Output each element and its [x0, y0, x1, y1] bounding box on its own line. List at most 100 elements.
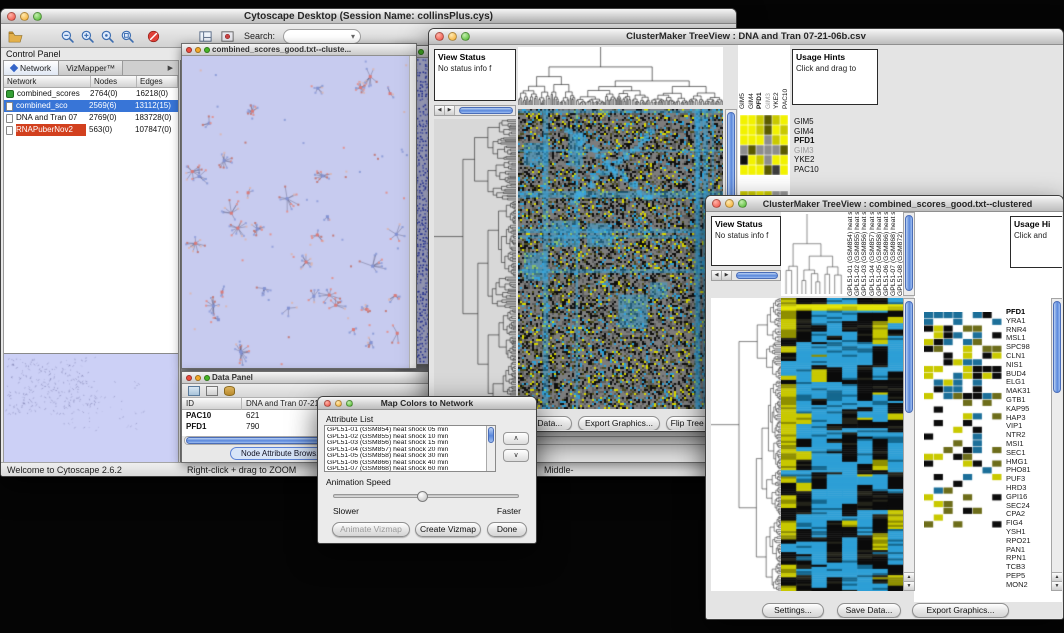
tab-network[interactable]: Network — [4, 61, 59, 75]
row-label[interactable]: PFD1 — [794, 136, 838, 146]
column-dendrogram[interactable] — [783, 214, 845, 294]
column-id[interactable]: ID — [182, 398, 242, 410]
network-list-row[interactable]: RNAPuberNov2 563(0) 107847(0) — [4, 124, 178, 136]
tab-overflow-arrow-icon[interactable]: ▶ — [163, 61, 178, 75]
scrollbar-thumb[interactable] — [905, 215, 913, 291]
row-label[interactable]: PAC10 — [794, 165, 838, 175]
zoom-in-icon[interactable] — [79, 28, 96, 45]
row-label[interactable]: GIM5 — [794, 117, 838, 127]
ban-icon[interactable] — [145, 28, 162, 45]
network-list-row[interactable]: combined_sco 2569(6) 13112(15) — [4, 100, 178, 112]
network-list-row[interactable]: DNA and Tran 07 2769(0) 183728(0) — [4, 112, 178, 124]
done-button[interactable]: Done — [487, 522, 527, 537]
minimize-button[interactable] — [20, 12, 29, 21]
search-combobox[interactable]: ▾ — [283, 29, 361, 44]
network-list-row[interactable]: combined_scores 2764(0) 16218(0) — [4, 88, 178, 100]
animate-vizmap-button[interactable]: Animate Vizmap — [332, 522, 410, 537]
list-vscrollbar[interactable] — [486, 426, 495, 471]
scroll-left-icon[interactable]: ◀ — [435, 106, 445, 115]
scrollbar-thumb[interactable] — [905, 301, 913, 413]
column-label[interactable]: GPL51-03 (GSM856) heat shock 15 min — [861, 212, 868, 296]
row-dendrogram[interactable] — [434, 119, 516, 409]
treeview1-titlebar[interactable]: ClusterMaker TreeView : DNA and Tran 07-… — [429, 29, 1063, 45]
row-dendrogram[interactable] — [711, 298, 781, 591]
close-button[interactable] — [186, 375, 192, 381]
zoom-actual-icon[interactable] — [99, 28, 116, 45]
zoom-fit-icon[interactable] — [119, 28, 136, 45]
network-canvas[interactable] — [182, 56, 409, 368]
treeview2-titlebar[interactable]: ClusterMaker TreeView : combined_scores_… — [706, 196, 1063, 212]
zoom-button[interactable] — [418, 49, 424, 55]
database-icon[interactable] — [224, 386, 235, 396]
close-button[interactable] — [435, 32, 444, 41]
column-network[interactable]: Network — [4, 76, 91, 87]
tree-hscrollbar[interactable]: ◀ ▶ — [434, 105, 516, 116]
scroll-down-icon[interactable]: ▼ — [904, 581, 914, 590]
network-overview-canvas[interactable] — [4, 354, 178, 462]
scroll-right-icon[interactable]: ▶ — [722, 271, 732, 280]
scrollbar-thumb[interactable] — [1053, 301, 1061, 393]
minimize-button[interactable] — [725, 199, 734, 208]
network-overview-panel[interactable] — [4, 353, 178, 463]
scroll-right-icon[interactable]: ▶ — [445, 106, 455, 115]
correlation-matrix[interactable] — [740, 115, 788, 175]
save-data-button[interactable]: Save Data... — [837, 603, 901, 618]
gene-list-vscrollbar[interactable]: ▲ ▼ — [1051, 298, 1062, 591]
heatmap[interactable] — [518, 109, 723, 409]
zoom-button[interactable] — [738, 199, 747, 208]
row-label[interactable]: GIM3 — [794, 146, 838, 156]
minimize-button[interactable] — [195, 47, 201, 53]
zoom-button[interactable] — [461, 32, 470, 41]
column-label[interactable]: GPL51-05 (GSM858) heat shock 30 min — [876, 212, 883, 296]
scrollbar-thumb[interactable] — [488, 427, 494, 443]
column-label[interactable]: PAC10 — [782, 47, 791, 109]
close-button[interactable] — [7, 12, 16, 21]
settings-button[interactable]: Settings... — [762, 603, 824, 618]
column-label[interactable]: YKE2 — [773, 47, 782, 109]
close-button[interactable] — [324, 400, 331, 407]
network-view-scrollbar[interactable] — [409, 56, 416, 368]
close-button[interactable] — [712, 199, 721, 208]
float-panel-icon[interactable] — [206, 386, 218, 396]
slider-knob[interactable] — [417, 491, 428, 502]
column-label[interactable]: GIM5 — [739, 47, 748, 109]
move-down-button[interactable]: ∨ — [503, 449, 529, 462]
column-dendrogram[interactable] — [518, 47, 723, 105]
minimize-button[interactable] — [448, 32, 457, 41]
scroll-down-icon[interactable]: ▼ — [1052, 581, 1062, 590]
move-up-button[interactable]: ∧ — [503, 432, 529, 445]
selected-heatmap[interactable] — [924, 312, 1002, 528]
heatmap[interactable] — [781, 298, 903, 591]
attribute-list[interactable]: GPL51-01 (GSM854) heat shock 05 minGPL51… — [324, 425, 496, 472]
scroll-left-icon[interactable]: ◀ — [712, 271, 722, 280]
close-button[interactable] — [186, 47, 192, 53]
attribute-item[interactable]: GPL51-07 (GSM868) heat shock 60 min — [327, 466, 495, 472]
column-label[interactable]: GPL51-04 (GSM857) heat shock 20 min — [869, 212, 876, 296]
column-label[interactable]: PFD1 — [756, 47, 765, 109]
dialog-titlebar[interactable]: Map Colors to Network — [318, 397, 536, 410]
scrollbar-thumb[interactable] — [736, 272, 778, 279]
table-icon[interactable] — [188, 386, 200, 396]
heatmap-vscrollbar[interactable]: ▲ ▼ — [903, 298, 915, 591]
export-graphics-button[interactable]: Export Graphics... — [578, 416, 660, 430]
column-nodes[interactable]: Nodes — [91, 76, 137, 87]
tree-hscrollbar[interactable]: ◀ ▶ — [711, 270, 781, 281]
column-label[interactable]: GIM3 — [765, 47, 774, 109]
minimize-button[interactable] — [335, 400, 342, 407]
scroll-up-icon[interactable]: ▲ — [904, 572, 914, 581]
export-graphics-button[interactable]: Export Graphics... — [912, 603, 1009, 618]
network-view-titlebar[interactable]: combined_scores_good.txt--cluste... — [182, 44, 416, 56]
zoom-button[interactable] — [204, 375, 210, 381]
row-label[interactable]: YKE2 — [794, 155, 838, 165]
zoom-button[interactable] — [346, 400, 353, 407]
minimize-button[interactable] — [195, 375, 201, 381]
tab-vizmapper[interactable]: VizMapper™ — [59, 61, 123, 75]
create-vizmap-button[interactable]: Create Vizmap — [415, 522, 481, 537]
zoom-button[interactable] — [204, 47, 210, 53]
column-label[interactable]: GIM4 — [748, 47, 757, 109]
row-label[interactable]: GIM4 — [794, 127, 838, 137]
main-titlebar[interactable]: Cytoscape Desktop (Session Name: collins… — [1, 9, 736, 24]
zoom-button[interactable] — [33, 12, 42, 21]
labels-vscrollbar[interactable] — [903, 212, 915, 296]
scrollbar-thumb[interactable] — [459, 107, 513, 114]
